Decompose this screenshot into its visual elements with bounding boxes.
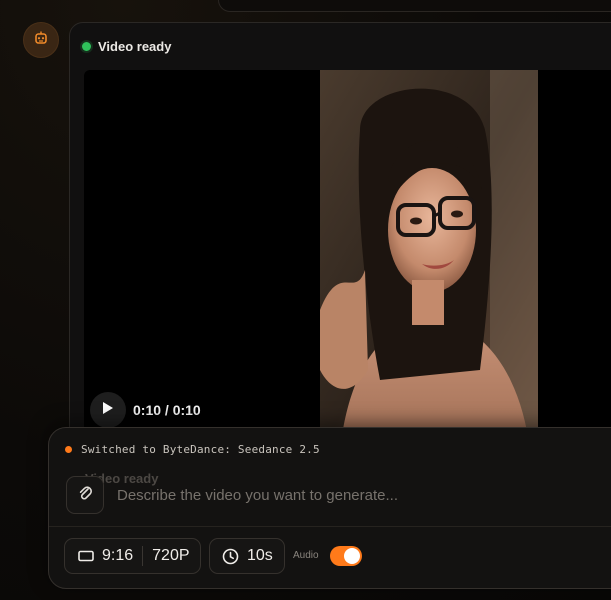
prompt-composer: Switched to ByteDance: Seedance 2.5 Vide… bbox=[48, 427, 611, 589]
video-result-card: Video ready 0:10 / 0:10 bbox=[69, 22, 611, 454]
aspect-ratio-value: 9:16 bbox=[102, 547, 134, 564]
duration-value: 10s bbox=[247, 547, 273, 564]
toggle-knob bbox=[344, 548, 360, 564]
prompt-input[interactable] bbox=[115, 483, 611, 507]
audio-toggle[interactable] bbox=[330, 546, 362, 566]
attach-button[interactable] bbox=[66, 476, 104, 514]
model-switch-text: Switched to ByteDance: Seedance 2.5 bbox=[81, 443, 320, 456]
resolution-value: 720P bbox=[152, 547, 190, 564]
chip-separator bbox=[142, 546, 144, 566]
play-button[interactable] bbox=[90, 392, 126, 428]
status-label: Video ready bbox=[98, 39, 172, 54]
robot-icon bbox=[33, 30, 49, 51]
app-canvas: Video ready 0:10 / 0:10 Switched to Byte… bbox=[0, 0, 611, 600]
video-timecode: 0:10 / 0:10 bbox=[133, 402, 201, 418]
video-thumbnail bbox=[320, 70, 538, 450]
aspect-resolution-selector[interactable]: 9:16 720P bbox=[64, 538, 201, 574]
duration-selector[interactable]: 10s bbox=[209, 538, 285, 574]
notice-dot bbox=[65, 446, 72, 453]
assistant-avatar bbox=[23, 22, 59, 58]
status-dot bbox=[82, 42, 91, 51]
play-icon bbox=[102, 401, 114, 420]
previous-message-edge bbox=[218, 0, 611, 12]
model-switch-notice: Switched to ByteDance: Seedance 2.5 bbox=[65, 443, 320, 456]
aspect-ratio-icon bbox=[78, 550, 94, 562]
clock-icon bbox=[222, 548, 239, 565]
paperclip-icon bbox=[78, 485, 92, 506]
result-status: Video ready bbox=[82, 39, 171, 54]
video-player[interactable]: 0:10 / 0:10 bbox=[84, 70, 611, 450]
composer-divider bbox=[49, 526, 611, 527]
audio-label: Audio bbox=[293, 550, 319, 561]
